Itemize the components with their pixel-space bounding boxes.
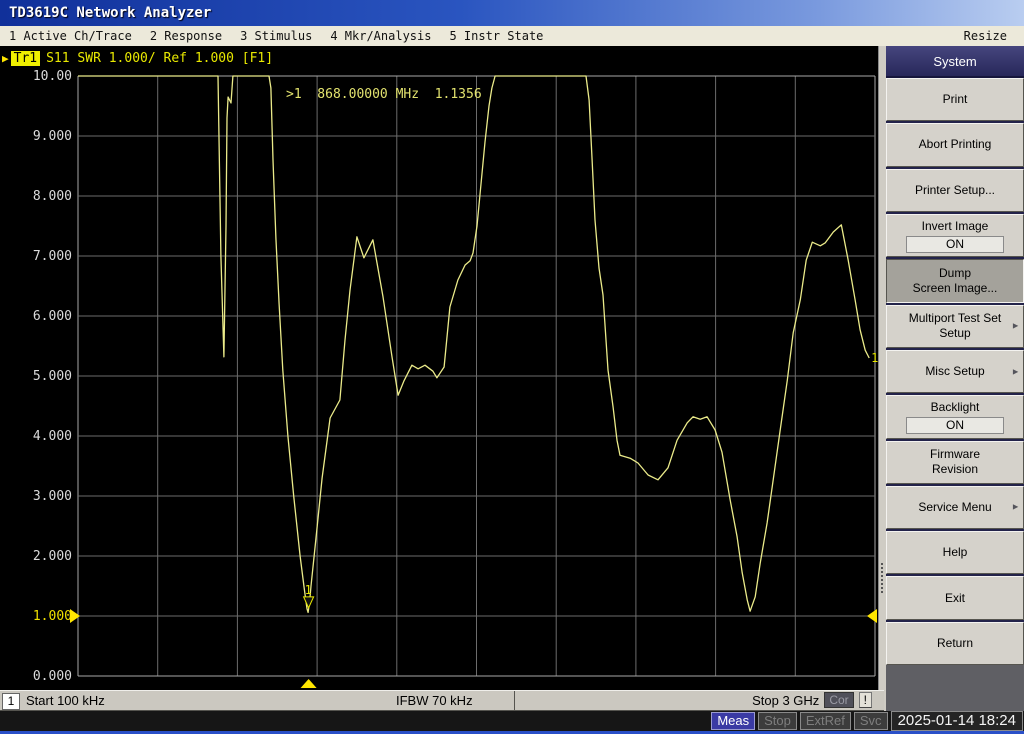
trace-format-label: S11 SWR 1.000/ Ref 1.000 [F1]: [46, 51, 273, 66]
marker-triangle-icon: [304, 597, 314, 608]
marker-number-label: 1: [305, 583, 312, 597]
softkey-help[interactable]: Help: [886, 531, 1024, 574]
y-axis-tick-label: 4.000: [33, 429, 72, 444]
softkey-multiport-test-set-setup[interactable]: Multiport Test Set Setup ►: [886, 305, 1024, 348]
alert-badge: !: [859, 692, 872, 708]
softkey-column: Print Abort Printing Printer Setup... In…: [886, 78, 1024, 665]
stimulus-status-strip: 1 Start 100 kHz IFBW 70 kHz Stop 3 GHz C…: [0, 690, 884, 711]
sidebar-filler: [886, 665, 1024, 711]
submenu-arrow-icon: ►: [1011, 364, 1020, 379]
y-axis-tick-label: 0.000: [33, 669, 72, 684]
status-svc: Svc: [854, 712, 888, 730]
trace-end-label: 1: [871, 351, 878, 365]
softkey-misc-setup[interactable]: Misc Setup ►: [886, 350, 1024, 393]
softkey-invert-image-toggle[interactable]: Invert Image ON: [886, 214, 1024, 257]
softkey-firmware-revision[interactable]: Firmware Revision: [886, 441, 1024, 484]
softkey-menu-title: System: [886, 46, 1024, 78]
y-axis-tick-label: 8.000: [33, 189, 72, 204]
softkey-dump-screen-image[interactable]: Dump Screen Image...: [886, 259, 1024, 302]
marker-stimulus-triangle-icon: [301, 679, 317, 688]
active-trace-arrow-icon: ▶: [2, 52, 9, 65]
y-axis-tick-label: 7.000: [33, 249, 72, 264]
menu-item-resize[interactable]: Resize: [955, 29, 1016, 43]
y-axis-tick-label: 5.000: [33, 369, 72, 384]
submenu-arrow-icon: ►: [1011, 319, 1020, 334]
menu-item-instr-state[interactable]: 5 Instr State: [440, 29, 552, 43]
softkey-service-menu[interactable]: Service Menu ►: [886, 486, 1024, 529]
softkey-sidebar: System Print Abort Printing Printer Setu…: [886, 46, 1024, 711]
y-axis-tick-label: 1.000: [33, 609, 72, 624]
invert-image-state: ON: [906, 236, 1004, 253]
ifbw-label: IFBW 70 kHz: [396, 693, 473, 708]
window-title-bar: TD3619C Network Analyzer: [0, 0, 1024, 26]
swr-trace: [78, 76, 869, 612]
softkey-printer-setup[interactable]: Printer Setup...: [886, 169, 1024, 212]
channel-number-badge: 1: [2, 693, 20, 710]
softkey-abort-printing[interactable]: Abort Printing: [886, 123, 1024, 166]
sidebar-splitter[interactable]: [878, 46, 886, 711]
y-axis-tick-label: 2.000: [33, 549, 72, 564]
plot-area: 10.00 9.000 8.000 7.000 6.000 5.000 4.000 3.000…: [0, 46, 878, 690]
stop-frequency-label: Stop 3 GHz: [752, 693, 819, 708]
ref-level-arrow-right-icon: [867, 609, 877, 623]
instrument-status-bar: Meas Stop ExtRef Svc 2025-01-14 18:24: [0, 711, 1024, 731]
softkey-print[interactable]: Print: [886, 78, 1024, 121]
softkey-backlight-toggle[interactable]: Backlight ON: [886, 395, 1024, 438]
strip-divider: [514, 691, 515, 710]
submenu-arrow-icon: ►: [1011, 500, 1020, 515]
y-axis-tick-label: 10.00: [33, 69, 72, 84]
y-axis-tick-label: 3.000: [33, 489, 72, 504]
correction-badge: Cor: [824, 692, 853, 708]
swr-chart: 10.00 9.000 8.000 7.000 6.000 5.000 4.000 3.000…: [0, 46, 878, 690]
y-axis-tick-label: 9.000: [33, 129, 72, 144]
menu-item-active-ch-trace[interactable]: 1 Active Ch/Trace: [0, 29, 141, 43]
status-extref: ExtRef: [800, 712, 851, 730]
menu-item-response[interactable]: 2 Response: [141, 29, 231, 43]
instrument-screen: TD3619C Network Analyzer 1 Active Ch/Tra…: [0, 0, 1024, 734]
y-axis-tick-label: 6.000: [33, 309, 72, 324]
softkey-return[interactable]: Return: [886, 622, 1024, 665]
splitter-handle[interactable]: [881, 563, 885, 593]
marker-readout: >1 868.00000 MHz 1.1356: [286, 87, 482, 102]
menu-item-stimulus[interactable]: 3 Stimulus: [231, 29, 321, 43]
softkey-exit[interactable]: Exit: [886, 576, 1024, 619]
menu-item-mkr-analysis[interactable]: 4 Mkr/Analysis: [321, 29, 440, 43]
window-title: TD3619C Network Analyzer: [9, 5, 211, 21]
status-meas: Meas: [711, 712, 755, 730]
trace-name-badge[interactable]: Tr1: [11, 51, 40, 66]
status-stop: Stop: [758, 712, 797, 730]
backlight-state: ON: [906, 417, 1004, 434]
menu-bar: 1 Active Ch/Trace 2 Response 3 Stimulus …: [0, 26, 1024, 47]
start-frequency-label: Start 100 kHz: [26, 693, 105, 708]
datetime-display: 2025-01-14 18:24: [891, 711, 1023, 731]
trace-header: ▶ Tr1 S11 SWR 1.000/ Ref 1.000 [F1]: [2, 50, 273, 66]
